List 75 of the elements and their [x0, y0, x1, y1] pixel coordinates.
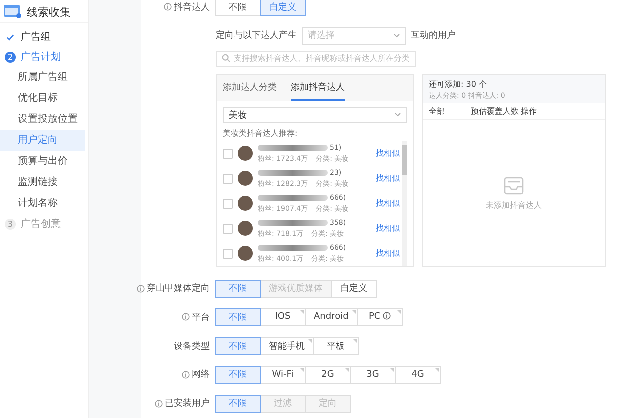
option-button[interactable]: Wi-Fi — [260, 366, 306, 384]
field-label: 已安装用户 — [165, 398, 210, 410]
avatar-placeholder — [238, 196, 253, 212]
find-similar-link[interactable]: 找相似 — [376, 148, 400, 160]
option-button[interactable]: Android — [305, 308, 358, 326]
blurred-name — [258, 220, 328, 226]
checkbox[interactable] — [223, 174, 233, 184]
checkbox[interactable] — [223, 148, 233, 159]
recommend-title: 美妆类抖音达人推荐: — [223, 128, 299, 140]
help-icon[interactable] — [137, 284, 145, 293]
option-button[interactable]: 2G — [305, 366, 351, 384]
find-similar-link[interactable]: 找相似 — [376, 173, 400, 184]
sidebar-item[interactable]: 优化目标 — [0, 88, 85, 109]
sidebar-item[interactable]: 计划名称 — [0, 193, 85, 214]
column-header: 操作 — [521, 106, 537, 117]
avatar-placeholder — [238, 221, 253, 236]
checkbox[interactable] — [223, 198, 233, 209]
caret-icon — [395, 113, 401, 118]
find-similar-link[interactable]: 找相似 — [376, 223, 400, 234]
option-button[interactable]: 自定义 — [260, 0, 306, 16]
scrollbar[interactable] — [402, 141, 407, 266]
interaction-prefix: 定向与以下达人产生 — [216, 30, 297, 42]
field-label: 平台 — [192, 312, 210, 324]
help-icon[interactable] — [182, 313, 190, 322]
avatar-placeholder — [238, 171, 253, 186]
column-header: 预估覆盖人数 — [471, 106, 520, 117]
checkbox[interactable] — [223, 248, 233, 259]
empty-state-text: 未添加抖音达人 — [486, 200, 542, 211]
help-icon[interactable] — [164, 3, 172, 12]
field-label: 设备类型 — [174, 340, 210, 353]
avatar-placeholder — [238, 146, 253, 162]
option-button[interactable]: 不限 — [215, 394, 261, 413]
sidebar-item[interactable]: 所属广告组 — [0, 67, 85, 88]
option-button[interactable]: 3G — [350, 366, 396, 384]
tab[interactable]: 添加达人分类 — [223, 75, 277, 102]
sidebar-item[interactable]: 监测链接 — [0, 172, 85, 193]
option-button[interactable]: 不限 — [215, 308, 261, 326]
option-button[interactable]: 不限 — [215, 0, 261, 16]
find-similar-link[interactable]: 找相似 — [376, 248, 400, 260]
step-item[interactable]: 2 广告计划 — [0, 47, 88, 67]
column-header: 全部 — [429, 106, 446, 117]
interaction-suffix: 互动的用户 — [411, 30, 456, 42]
avatar-placeholder — [238, 246, 253, 262]
help-icon[interactable] — [182, 370, 190, 379]
option-button[interactable]: PC — [356, 308, 403, 326]
checkbox[interactable] — [223, 224, 233, 234]
blurred-name — [258, 170, 328, 176]
search-icon — [222, 54, 231, 64]
option-button[interactable]: 智能手机 — [260, 337, 314, 356]
blurred-name — [258, 195, 328, 202]
option-button[interactable]: 不限 — [215, 280, 261, 298]
find-similar-link[interactable]: 找相似 — [376, 198, 400, 210]
option-button[interactable]: 不限 — [215, 366, 261, 384]
option-button[interactable]: 不限 — [215, 337, 261, 356]
inbox-icon — [503, 176, 525, 196]
caret-icon — [394, 34, 400, 38]
field-label: 抖音达人 — [174, 2, 210, 14]
help-icon[interactable] — [155, 400, 163, 408]
search-field[interactable]: 支持搜索抖音达人、抖音昵称或抖音达人所在分类 — [216, 50, 416, 68]
category-select[interactable]: 美妆 — [223, 107, 407, 124]
sidebar-item[interactable]: 预算与出价 — [0, 151, 85, 172]
blurred-name — [258, 245, 328, 252]
option-button[interactable]: 4G — [395, 366, 441, 384]
sidebar-item[interactable]: 设置投放位置 — [0, 109, 85, 130]
field-label: 穿山甲媒体定向 — [147, 282, 210, 296]
field-label: 网络 — [192, 368, 210, 382]
blurred-name — [258, 145, 328, 152]
option-button[interactable]: 自定义 — [331, 280, 377, 298]
remaining-count: 还可添加: 30 个 — [429, 79, 488, 90]
sidebar-title: 线索收集 — [27, 4, 71, 20]
option-button[interactable]: IOS — [260, 308, 306, 326]
check-icon — [6, 32, 15, 42]
step-item[interactable]: 广告组 — [0, 27, 88, 47]
browser-window-icon — [4, 5, 22, 19]
option-button[interactable]: 平板 — [313, 337, 359, 356]
